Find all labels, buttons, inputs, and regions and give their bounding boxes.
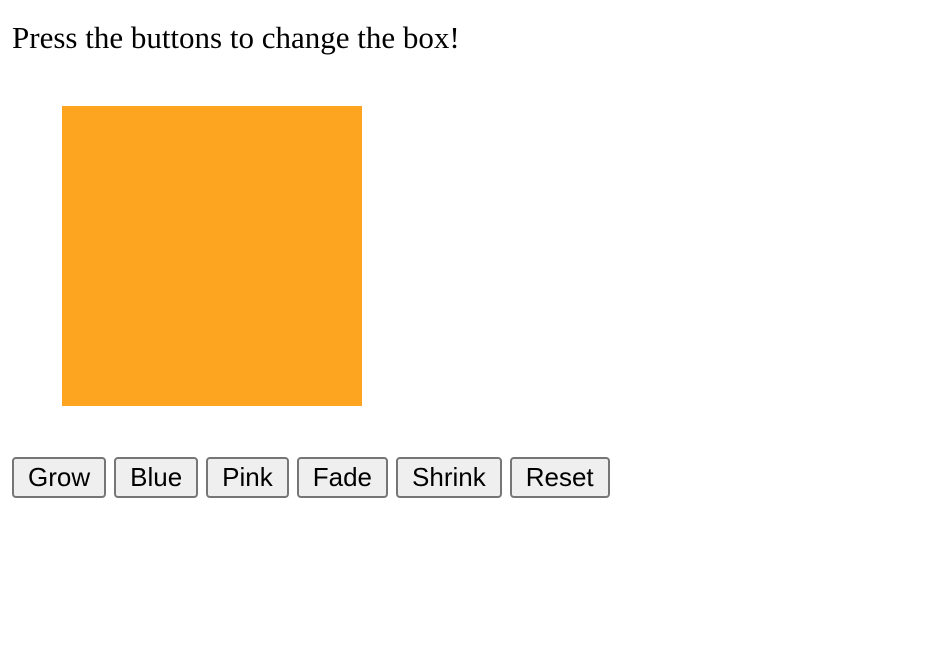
grow-button[interactable]: Grow <box>12 457 107 498</box>
button-row: Grow Blue Pink Fade Shrink Reset <box>12 457 610 498</box>
page-heading: Press the buttons to change the box! <box>12 20 460 55</box>
pink-button[interactable]: Pink <box>206 457 289 498</box>
blue-button[interactable]: Blue <box>114 457 199 498</box>
fade-button[interactable]: Fade <box>296 457 389 498</box>
reset-button[interactable]: Reset <box>509 457 610 498</box>
shrink-button[interactable]: Shrink <box>396 457 502 498</box>
color-box <box>62 106 362 406</box>
